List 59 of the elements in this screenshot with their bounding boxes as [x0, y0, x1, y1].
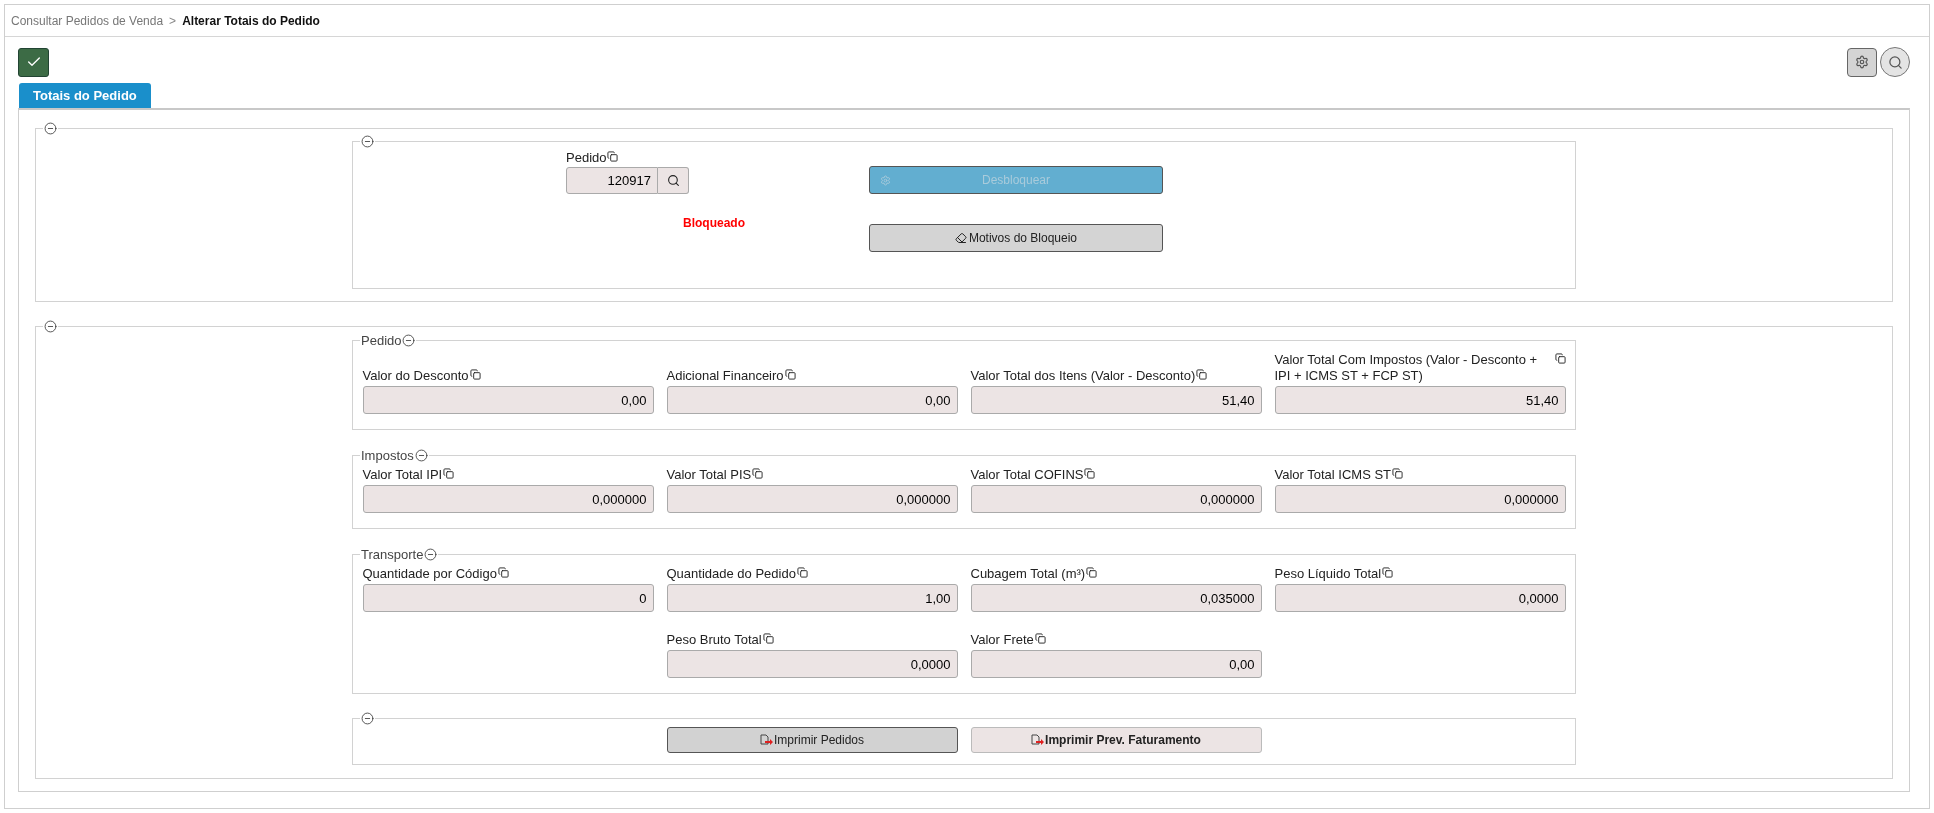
copy-icon[interactable] — [1554, 353, 1566, 364]
field-label: Valor Frete — [970, 632, 1034, 648]
field-label: Valor Total PIS — [666, 467, 752, 483]
field-label: Valor Total dos Itens (Valor - Desconto) — [970, 368, 1196, 384]
collapse-icon[interactable] — [424, 548, 438, 561]
field-label: Valor Total ICMS ST — [1274, 467, 1392, 483]
field-label: Quantidade por Código — [362, 566, 497, 582]
search-button[interactable] — [658, 167, 689, 194]
gear-icon — [880, 174, 891, 186]
breadcrumb-link[interactable]: Consultar Pedidos de Venda — [11, 14, 164, 28]
collapse-icon[interactable] — [44, 320, 57, 333]
collapse-icon[interactable] — [361, 712, 374, 725]
status-text: Bloqueado — [682, 216, 746, 230]
document-arrow-icon — [760, 734, 773, 746]
group-title: Transporte — [361, 547, 424, 562]
collapse-icon[interactable] — [402, 334, 416, 347]
search-button[interactable] — [1880, 47, 1910, 77]
copy-icon[interactable] — [1196, 369, 1208, 380]
copy-icon[interactable] — [469, 369, 481, 380]
copy-icon[interactable] — [497, 567, 509, 578]
group-title: Impostos — [361, 448, 414, 463]
field-label: Pedido — [566, 150, 607, 166]
field-label: Valor do Desconto — [362, 368, 469, 384]
copy-icon[interactable] — [1392, 468, 1404, 479]
copy-icon[interactable] — [1382, 567, 1394, 578]
eraser-icon — [954, 232, 967, 244]
field-label: Quantidade do Pedido — [666, 566, 796, 582]
copy-icon[interactable] — [443, 468, 455, 479]
confirm-button[interactable] — [18, 47, 49, 77]
field-label: Cubagem Total (m³) — [970, 566, 1086, 582]
copy-icon[interactable] — [1034, 633, 1046, 644]
search-icon — [1887, 54, 1903, 70]
print-button[interactable]: Imprimir Pedidos — [666, 727, 958, 753]
copy-icon[interactable] — [1086, 567, 1098, 578]
field-label: Valor Total Com Impostos (Valor - Desconto + IPI + ICMS ST + FCP ST) — [1274, 352, 1539, 384]
collapse-icon[interactable] — [44, 122, 57, 135]
document-arrow-icon — [1031, 734, 1045, 746]
collapse-icon[interactable] — [361, 135, 374, 148]
search-icon — [666, 174, 680, 187]
settings-icon — [1855, 55, 1869, 69]
group-title: Pedido — [361, 333, 402, 348]
copy-icon[interactable] — [762, 633, 774, 644]
field-label: Peso Líquido Total — [1274, 566, 1382, 582]
tab[interactable]: Totais do Pedido — [19, 83, 151, 108]
copy-icon[interactable] — [784, 369, 796, 380]
field-label: Valor Total IPI — [362, 467, 443, 483]
copy-icon[interactable] — [796, 567, 808, 578]
print-button[interactable]: Imprimir Prev. Faturamento — [970, 727, 1262, 753]
collapse-icon[interactable] — [414, 449, 428, 462]
copy-icon[interactable] — [1084, 468, 1096, 479]
settings-button[interactable] — [1847, 47, 1877, 77]
field-label: Peso Bruto Total — [666, 632, 762, 648]
field-label: Adicional Financeiro — [666, 368, 784, 384]
breadcrumb-current: Alterar Totais do Pedido — [182, 14, 320, 28]
block-reasons-button[interactable]: Motivos do Bloqueio — [869, 224, 1163, 252]
field-label: Valor Total COFINS — [970, 467, 1084, 483]
copy-icon[interactable] — [752, 468, 764, 479]
breadcrumb-separator: > — [169, 14, 177, 28]
copy-icon[interactable] — [607, 151, 619, 162]
